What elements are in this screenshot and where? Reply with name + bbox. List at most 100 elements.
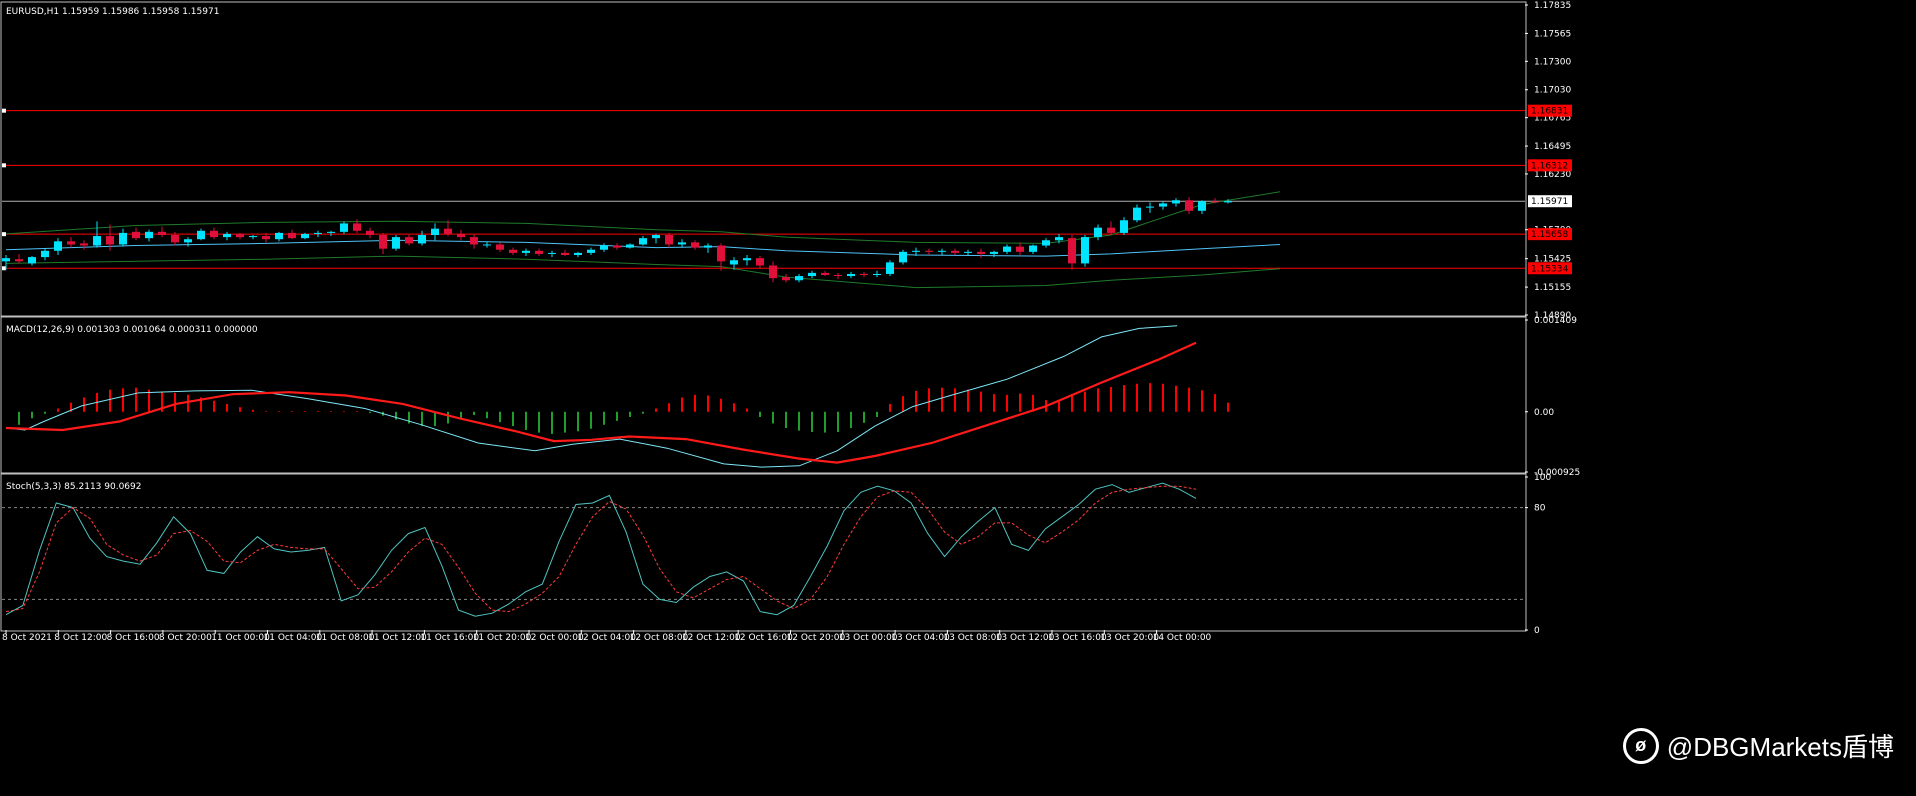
candle [613,243,621,250]
x-tick-label: 14 Oct 00:00 [1153,633,1212,643]
x-tick-label: 13 Oct 12:00 [996,633,1055,643]
candle-body [41,250,49,258]
candle-body [236,233,244,238]
trading-chart: 1.17835 1.17565 1.17300 1.17030 1.16765 1.164… [0,0,1916,792]
candle-body [782,277,790,281]
y-tick-label: 0.001409 [1534,316,1577,326]
x-tick-label: 11 Oct 04:00 [264,633,323,643]
candle [15,253,23,264]
candle-body [457,233,465,238]
price-label: 1.16831 [1531,107,1568,117]
candle-body [1224,201,1232,203]
x-tick-label: 8 Oct 2021 [2,633,52,643]
line-handle [2,232,6,237]
price-label: 1.15971 [1531,197,1568,207]
candle-body [67,241,75,245]
candle-body [1107,227,1115,233]
candle-body [873,273,881,275]
y-tick-label: 1.17835 [1534,1,1571,11]
candle [938,248,946,255]
candle [457,229,465,241]
candle [67,237,75,248]
price-label: 1.15334 [1531,264,1568,274]
x-tick-label: 11 Oct 20:00 [473,633,532,643]
candle-body [249,236,257,238]
candle [977,248,985,259]
x-tick-label: 11 Oct 08:00 [316,633,375,643]
candle-body [886,262,894,274]
candle-body [1185,200,1193,211]
candle-body [1146,206,1154,208]
watermark-text: @DBGMarkets盾博 [1666,732,1894,762]
candle [249,235,257,240]
candle-body [80,243,88,246]
candle-body [1003,246,1011,252]
candle-body [1133,207,1141,221]
x-tick-label: 12 Oct 00:00 [525,633,584,643]
candle [418,230,426,246]
candle [431,223,439,241]
stoch-main-line [5,482,1197,617]
candle-body [795,276,803,281]
candle-body [210,230,218,238]
candle [639,236,647,246]
x-tick-label: 13 Oct 08:00 [943,633,1002,643]
candle-body [548,252,556,254]
candle-body [1159,203,1167,207]
candle-body [28,257,36,264]
candle [158,226,166,238]
candle-body [951,250,959,253]
candle-body [613,245,621,248]
candle-body [1068,238,1076,264]
candle-body [379,235,387,249]
candle [769,261,777,283]
candle-body [509,249,517,253]
candle-body [197,230,205,240]
candle-body [860,273,868,275]
stoch-signal-line [5,485,1197,613]
candle-body [821,272,829,275]
candle-body [223,233,231,238]
candle-body [132,231,140,239]
candle-body [522,250,530,253]
x-tick-label: 12 Oct 12:00 [682,633,741,643]
candle [340,221,348,234]
candle [1133,204,1141,223]
candle-body [808,272,816,277]
candle [652,233,660,244]
x-tick-label: 12 Oct 04:00 [577,633,636,643]
candle-body [912,250,920,252]
y-tick-label: 0.00 [1534,408,1554,418]
candle [1107,221,1115,235]
candle [288,229,296,240]
candle-body [145,231,153,239]
candle [210,227,218,240]
candle [1172,198,1180,207]
candle-body [1042,240,1050,246]
candle [886,260,894,277]
x-tick-label: 8 Oct 16:00 [107,633,160,643]
candle-body [1211,201,1219,203]
candle [1029,244,1037,254]
candle [1120,217,1128,235]
price-label: 1.15658 [1531,230,1568,240]
candle-body [626,244,634,248]
macd-signal-line [5,341,1197,464]
candle-body [483,244,491,246]
candle-body [1055,237,1063,241]
y-tick-label: 1.16230 [1534,170,1571,180]
candle [1159,201,1167,210]
candle [860,271,868,278]
weibo-icon: ø [1622,727,1659,764]
candle [132,227,140,241]
candle [808,270,816,279]
watermark: ø @DBGMarkets盾博 [1622,727,1894,764]
candle-body [1120,220,1128,233]
candle-body [158,231,166,235]
candle [405,233,413,246]
candle [782,273,790,283]
candle [678,239,686,248]
candle [873,270,881,278]
price-label: 1.16312 [1531,161,1568,171]
candle-body [431,228,439,235]
